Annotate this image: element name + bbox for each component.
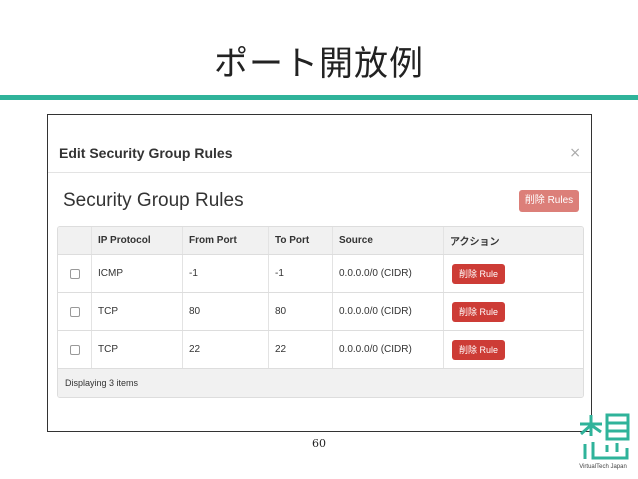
row-checkbox[interactable] [69, 306, 80, 317]
source-cell: 0.0.0.0/0 (CIDR) [332, 255, 443, 292]
security-group-dialog: Edit Security Group Rules × Security Gro… [47, 114, 592, 432]
to-port-cell: -1 [268, 255, 332, 292]
close-icon[interactable]: × [569, 145, 581, 161]
from-port-cell: 22 [182, 331, 268, 368]
to-port-cell: 80 [268, 293, 332, 330]
slide-title: ポート開放例 [214, 44, 424, 84]
column-header-action: アクション [443, 227, 583, 254]
column-header-to-port[interactable]: To Port [268, 227, 332, 254]
row-checkbox[interactable] [69, 344, 80, 355]
accent-bar [0, 95, 638, 100]
column-header-source[interactable]: Source [332, 227, 443, 254]
column-header-from-port[interactable]: From Port [182, 227, 268, 254]
table-row: TCP 80 80 0.0.0.0/0 (CIDR) 削除 Rule [58, 293, 583, 331]
from-port-cell: -1 [182, 255, 268, 292]
delete-rule-button[interactable]: 削除 Rule [452, 301, 505, 322]
table-header-row: IP Protocol From Port To Port Source アクシ… [58, 227, 583, 255]
delete-rules-button[interactable]: 削除 Rules [519, 190, 579, 212]
table-row: TCP 22 22 0.0.0.0/0 (CIDR) 削除 Rule [58, 331, 583, 369]
delete-rule-button[interactable]: 削除 Rule [452, 339, 505, 360]
table-row: ICMP -1 -1 0.0.0.0/0 (CIDR) 削除 Rule [58, 255, 583, 293]
protocol-cell: TCP [91, 293, 182, 330]
to-port-cell: 22 [268, 331, 332, 368]
source-cell: 0.0.0.0/0 (CIDR) [332, 331, 443, 368]
select-all-column [58, 227, 91, 254]
page-number: 60 [312, 437, 326, 450]
source-cell: 0.0.0.0/0 (CIDR) [332, 293, 443, 330]
from-port-cell: 80 [182, 293, 268, 330]
column-header-ip-protocol[interactable]: IP Protocol [91, 227, 182, 254]
rules-table: IP Protocol From Port To Port Source アクシ… [57, 226, 584, 398]
modal-header: Edit Security Group Rules × [48, 115, 591, 173]
delete-rule-button[interactable]: 削除 Rule [452, 263, 505, 284]
modal-title: Edit Security Group Rules [59, 145, 233, 161]
logo-caption: VirtualTech Japan [579, 464, 627, 470]
row-checkbox[interactable] [69, 268, 80, 279]
protocol-cell: ICMP [91, 255, 182, 292]
protocol-cell: TCP [91, 331, 182, 368]
table-footer: Displaying 3 items [58, 369, 583, 397]
section-title: Security Group Rules [63, 190, 244, 211]
